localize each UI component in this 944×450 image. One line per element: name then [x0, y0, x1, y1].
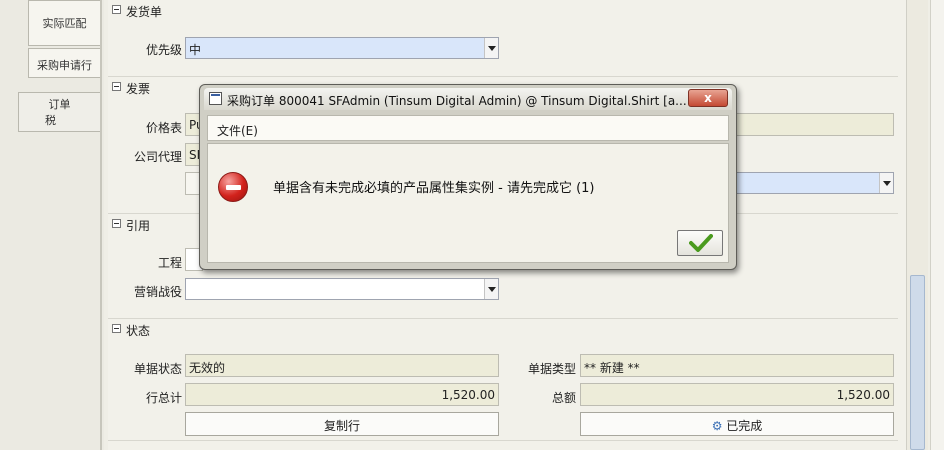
dialog-title: 采购订单 800041 SFAdmin (Tinsum Digital Admi…	[227, 94, 687, 108]
dropdown-arrow-icon[interactable]	[879, 173, 893, 193]
tab-label-line2: 税	[45, 114, 56, 127]
section-delivery[interactable]: 发货单	[108, 0, 898, 22]
section-status[interactable]: 状态	[108, 318, 898, 340]
line-total-field: 1,520.00	[185, 383, 499, 406]
doc-status-field: 无效的	[185, 354, 499, 377]
dropdown-arrow-icon[interactable]	[484, 279, 498, 299]
error-icon	[218, 172, 248, 202]
scrollbar-thumb[interactable]	[910, 275, 925, 450]
section-title: 发票	[126, 82, 151, 96]
section-divider	[108, 440, 898, 441]
dropdown-arrow-icon[interactable]	[484, 38, 498, 58]
section-collapse-icon[interactable]	[112, 5, 121, 14]
section-collapse-icon[interactable]	[112, 219, 121, 228]
priority-select[interactable]: 中	[185, 37, 499, 59]
complete-button[interactable]: ⚙ 已完成	[580, 412, 894, 436]
invoice-right-select[interactable]	[730, 172, 894, 194]
tab-actual-match[interactable]: 实际匹配	[28, 0, 100, 46]
priority-value: 中	[189, 43, 202, 57]
vertical-scrollbar[interactable]	[906, 0, 928, 450]
error-message: 单据含有未完成必填的产品属性集实例 - 请先完成它 (1)	[273, 181, 595, 196]
ok-button[interactable]	[677, 230, 723, 256]
tab-divider	[100, 0, 102, 450]
tab-purchase-requisition-line[interactable]: 采购申请行	[28, 48, 100, 78]
doc-status-label: 单据状态	[133, 362, 182, 376]
dialog-menubar: 文件(E)	[207, 115, 729, 141]
company-agent-label: 公司代理	[133, 150, 182, 164]
close-icon[interactable]: x	[688, 89, 728, 107]
priority-label: 优先级	[145, 43, 182, 57]
error-dialog: 采购订单 800041 SFAdmin (Tinsum Digital Admi…	[199, 84, 737, 270]
doc-type-field: ** 新建 **	[580, 354, 894, 377]
section-collapse-icon[interactable]	[112, 82, 121, 91]
copy-lines-button[interactable]: 复制行	[185, 412, 499, 436]
tab-label: 采购申请行	[37, 59, 92, 72]
gear-icon: ⚙	[711, 419, 723, 433]
price-list-field-right	[730, 113, 894, 136]
menu-file[interactable]: 文件(E)	[217, 124, 258, 138]
tab-order-tax[interactable]: 订单 税	[18, 92, 100, 132]
section-title: 发货单	[126, 5, 163, 19]
checkmark-icon	[689, 234, 713, 252]
complete-label: 已完成	[726, 419, 763, 433]
price-list-label: 价格表	[145, 121, 182, 135]
dialog-titlebar[interactable]: 采购订单 800041 SFAdmin (Tinsum Digital Admi…	[204, 88, 732, 110]
doc-type-label: 单据类型	[527, 362, 576, 376]
dialog-content: 单据含有未完成必填的产品属性集实例 - 请先完成它 (1)	[207, 143, 729, 263]
project-label: 工程	[157, 256, 182, 270]
window-edge	[930, 0, 944, 450]
section-title: 状态	[126, 324, 151, 338]
grand-total-field: 1,520.00	[580, 383, 894, 406]
window-icon	[209, 92, 222, 105]
tab-label: 实际匹配	[42, 17, 87, 30]
copy-lines-label: 复制行	[323, 419, 360, 433]
line-total-label: 行总计	[145, 391, 182, 405]
grand-total-label: 总额	[551, 391, 576, 405]
campaign-label: 营销战役	[133, 285, 182, 299]
section-collapse-icon[interactable]	[112, 324, 121, 333]
section-title: 引用	[126, 219, 151, 233]
campaign-select[interactable]	[185, 278, 499, 300]
tab-label-line1: 订单	[48, 98, 71, 111]
